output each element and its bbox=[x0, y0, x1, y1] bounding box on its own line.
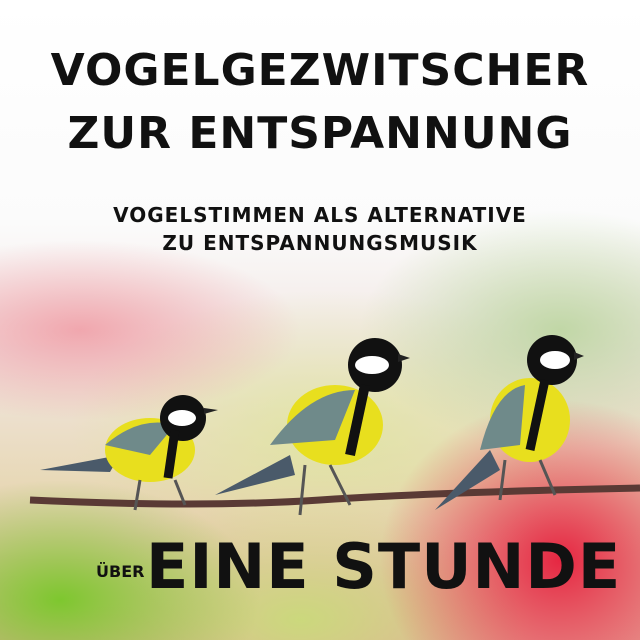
title-line-2: ZUR ENTSPANNUNG bbox=[67, 108, 573, 159]
subtitle-line-1: VOGELSTIMMEN ALS ALTERNATIVE bbox=[113, 203, 527, 227]
duration-prefix: ÜBER bbox=[96, 562, 145, 581]
bird-middle bbox=[215, 338, 410, 516]
subtitle-line-2: ZU ENTSPANNUNGSMUSIK bbox=[162, 231, 478, 255]
title-line-1: VOGELGEZWITSCHER bbox=[50, 45, 590, 96]
duration-label: EINE STUNDE bbox=[146, 530, 622, 603]
branch bbox=[29, 484, 640, 508]
bird-left bbox=[40, 395, 218, 511]
bird-right bbox=[435, 335, 584, 510]
